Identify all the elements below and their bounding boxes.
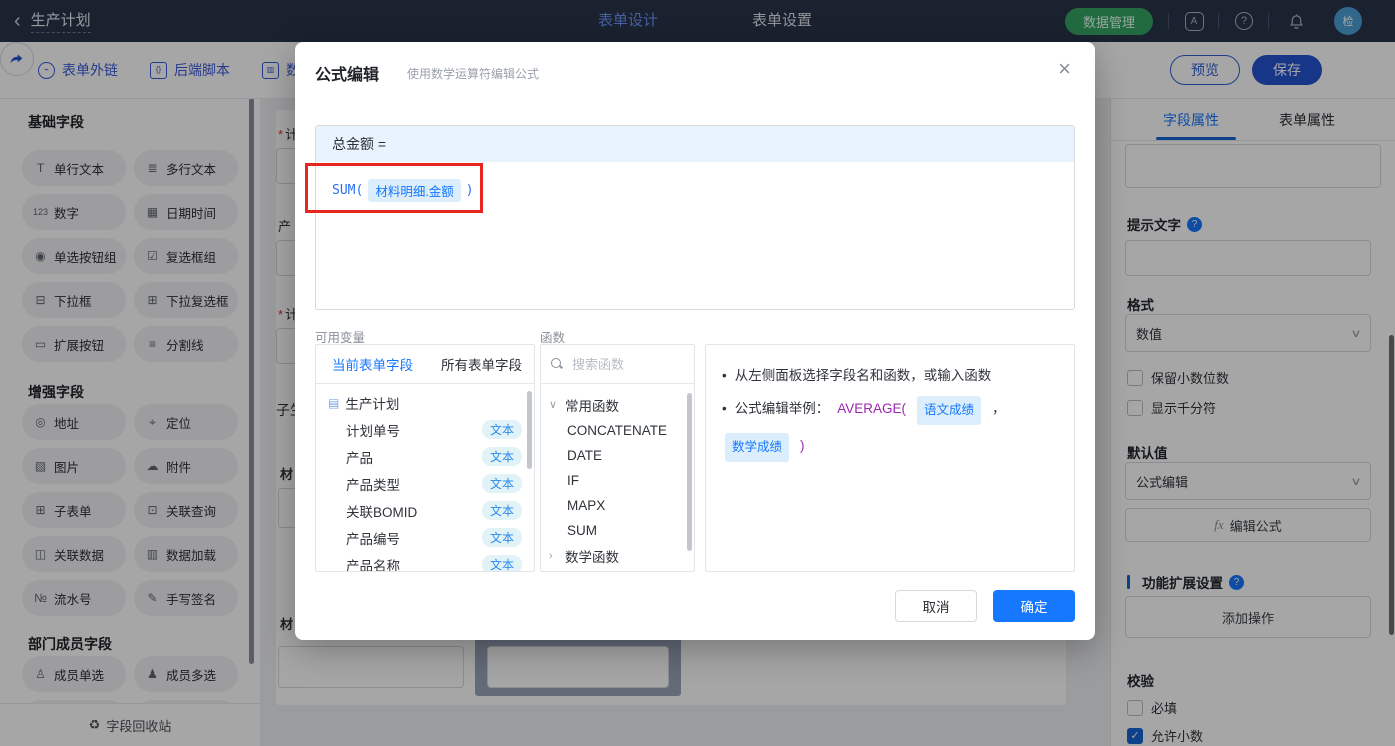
function-item[interactable]: MAPX	[541, 492, 694, 519]
example-token: 语文成绩	[917, 396, 982, 425]
cancel-button[interactable]: 取消	[895, 590, 977, 622]
document-icon: ▤	[328, 395, 340, 410]
example-paren: )	[800, 438, 805, 453]
tree-item[interactable]: 产品 文本	[316, 443, 534, 470]
example-function: AVERAGE(	[837, 401, 906, 416]
formula-edit-dialog: 公式编辑 使用数学运算符编辑公式 × 总金额 = SUM( 材料明细.金额 ) …	[295, 42, 1095, 640]
bullet-icon: •	[722, 368, 727, 383]
tip-example-line: • 公式编辑举例： AVERAGE( 语文成绩 ， 数学成绩 )	[722, 396, 1058, 462]
variables-tabs: 当前表单字段 所有表单字段	[316, 345, 534, 384]
function-group-common[interactable]: ∨ 常用函数	[541, 391, 694, 418]
caret-down-icon: ∨	[549, 399, 558, 411]
tab-all-form-fields[interactable]: 所有表单字段	[441, 354, 522, 374]
dialog-title: 公式编辑	[315, 67, 380, 84]
close-icon[interactable]: ×	[1058, 56, 1071, 82]
example-token: 数学成绩	[725, 433, 790, 462]
app: ‹ 生产计划 表单设计 表单设置 数据管理 A ? 检 ⌁ 表单外链 {} 后端…	[0, 0, 1395, 746]
formula-target-row: 总金额 =	[316, 126, 1074, 162]
tree-root[interactable]: ▤ 生产计划	[316, 389, 534, 416]
tree-item[interactable]: 产品名称 文本	[316, 551, 534, 571]
function-search	[541, 345, 694, 384]
function-search-input[interactable]	[570, 355, 674, 373]
type-badge: 文本	[481, 474, 522, 493]
type-badge: 文本	[481, 501, 522, 520]
variables-panel: 当前表单字段 所有表单字段 ▤ 生产计划 计划单号 文本 产品 文本 产品类型 文本 …	[315, 344, 535, 572]
function-item[interactable]: SUM	[541, 517, 694, 544]
function-item[interactable]: CONCATENATE	[541, 417, 694, 444]
variables-scrollbar[interactable]	[527, 391, 532, 469]
functions-scrollbar[interactable]	[687, 393, 692, 551]
search-icon	[551, 358, 563, 370]
type-badge: 文本	[481, 420, 522, 439]
function-item[interactable]: DATE	[541, 442, 694, 469]
type-badge: 文本	[481, 447, 522, 466]
tips-panel: • 从左侧面板选择字段名和函数，或输入函数 • 公式编辑举例： AVERAGE(…	[705, 344, 1075, 572]
tip-line: • 从左侧面板选择字段名和函数，或输入函数	[722, 363, 1058, 388]
confirm-button[interactable]: 确定	[993, 590, 1075, 622]
type-badge: 文本	[481, 528, 522, 547]
caret-right-icon: ›	[549, 572, 559, 573]
tree-item[interactable]: 产品编号 文本	[316, 524, 534, 551]
type-badge: 文本	[481, 555, 522, 571]
bullet-icon: •	[722, 401, 727, 416]
functions-panel: ∨ 常用函数 CONCATENATE DATE IF MAPX SUM › 数学…	[540, 344, 695, 572]
tab-current-form-fields[interactable]: 当前表单字段	[332, 354, 413, 374]
function-item[interactable]: IF	[541, 467, 694, 494]
tree-item[interactable]: 关联BOMID 文本	[316, 497, 534, 524]
highlight-box	[305, 163, 483, 213]
dialog-subtitle: 使用数学运算符编辑公式	[407, 67, 540, 81]
function-group-text[interactable]: › 文本函数	[541, 564, 694, 573]
tree-item[interactable]: 产品类型 文本	[316, 470, 534, 497]
caret-right-icon: ›	[549, 549, 553, 562]
tree-item[interactable]: 计划单号 文本	[316, 416, 534, 443]
formula-editor[interactable]: 总金额 = SUM( 材料明细.金额 )	[315, 125, 1075, 310]
